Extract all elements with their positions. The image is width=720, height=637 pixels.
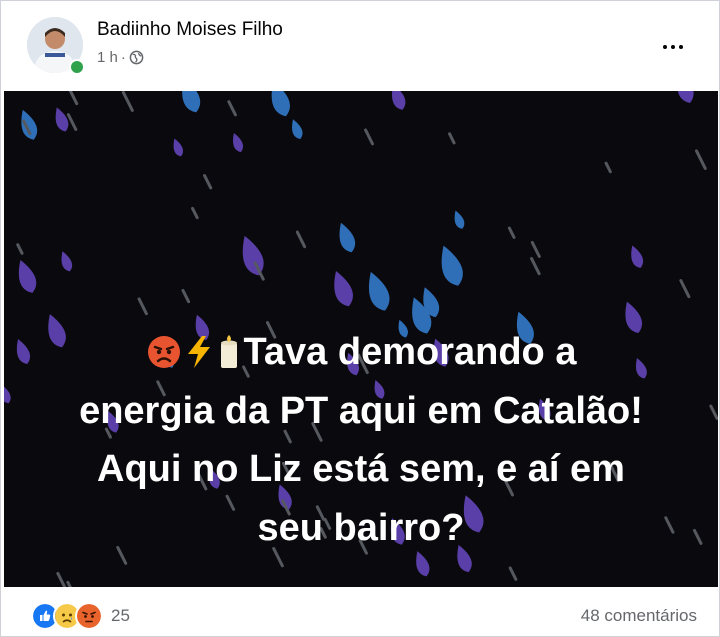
meta-separator: ·	[120, 48, 126, 66]
raindrop	[173, 138, 184, 157]
raindrop	[677, 91, 694, 103]
rain-streak	[137, 297, 148, 316]
rain-streak	[694, 149, 707, 170]
post-time[interactable]: 1 h	[97, 49, 118, 66]
rain-streak	[191, 206, 199, 220]
raindrop	[55, 107, 69, 132]
rain-streak	[295, 230, 307, 249]
post-text-line-2: energia da PT aqui em Catalão!	[79, 389, 643, 432]
raindrop	[182, 91, 201, 113]
raindrop	[368, 271, 390, 311]
more-options-icon	[663, 45, 667, 49]
rain-streak	[121, 91, 134, 112]
post-text: Tava demorando a energia da PT aqui em C…	[4, 323, 718, 557]
rain-streak	[448, 132, 456, 145]
rain-streak	[507, 226, 516, 239]
reactions-summary[interactable]: 25	[31, 602, 130, 630]
post-text-line-1-text: Tava demorando a	[243, 331, 577, 373]
raindrop	[339, 222, 356, 253]
rain-streak	[181, 288, 191, 304]
raindrop	[292, 119, 303, 140]
rain-streak	[66, 113, 78, 131]
post-text-line-3: Aqui no Liz está sem, e aí em	[97, 448, 625, 491]
rain-streak	[679, 279, 691, 299]
rain-streak	[364, 128, 375, 146]
rain-streak	[56, 571, 67, 587]
rain-streak	[203, 174, 213, 190]
post-text-line-4: seu bairro?	[257, 506, 465, 549]
raindrop	[454, 210, 465, 229]
rain-streak	[530, 240, 541, 258]
raindrop	[233, 133, 244, 153]
raindrop	[441, 245, 463, 286]
rain-streak	[530, 257, 541, 276]
raindrop	[631, 245, 644, 269]
raindrop	[21, 109, 38, 140]
post-card: Badiinho Moises Filho 1 h · Tava demoran…	[0, 0, 720, 637]
raindrop	[242, 235, 264, 276]
author-name[interactable]: Badiinho Moises Filho	[97, 19, 283, 41]
candle-icon	[220, 335, 237, 368]
online-status-indicator	[69, 59, 85, 75]
comments-count-link[interactable]: 48 comentários	[581, 606, 697, 626]
rain-streak	[508, 566, 518, 581]
post-text-line-1: Tava demorando a	[4, 323, 718, 382]
angry-reaction-icon	[75, 602, 103, 630]
rain-streak	[16, 243, 24, 255]
more-options-icon-dot	[679, 45, 683, 49]
more-options-icon-dot	[671, 45, 675, 49]
rain-streak	[68, 91, 79, 106]
raindrop	[271, 91, 290, 117]
rain-streak	[227, 100, 237, 117]
globe-icon	[129, 50, 144, 64]
raindrop	[391, 91, 406, 110]
raindrop	[61, 251, 73, 272]
reaction-count[interactable]: 25	[111, 606, 130, 626]
post-image[interactable]: Tava demorando a energia da PT aqui em C…	[4, 91, 718, 587]
rain-streak	[604, 161, 612, 174]
lightning-bolt-icon	[187, 336, 210, 368]
post-header: Badiinho Moises Filho 1 h ·	[1, 1, 719, 91]
post-meta: 1 h ·	[97, 47, 144, 67]
post-footer: 25 48 comentários	[1, 587, 719, 636]
more-options-button[interactable]	[655, 29, 691, 65]
raindrop	[334, 271, 353, 307]
angry-face-icon	[147, 336, 180, 368]
raindrop	[18, 260, 37, 293]
